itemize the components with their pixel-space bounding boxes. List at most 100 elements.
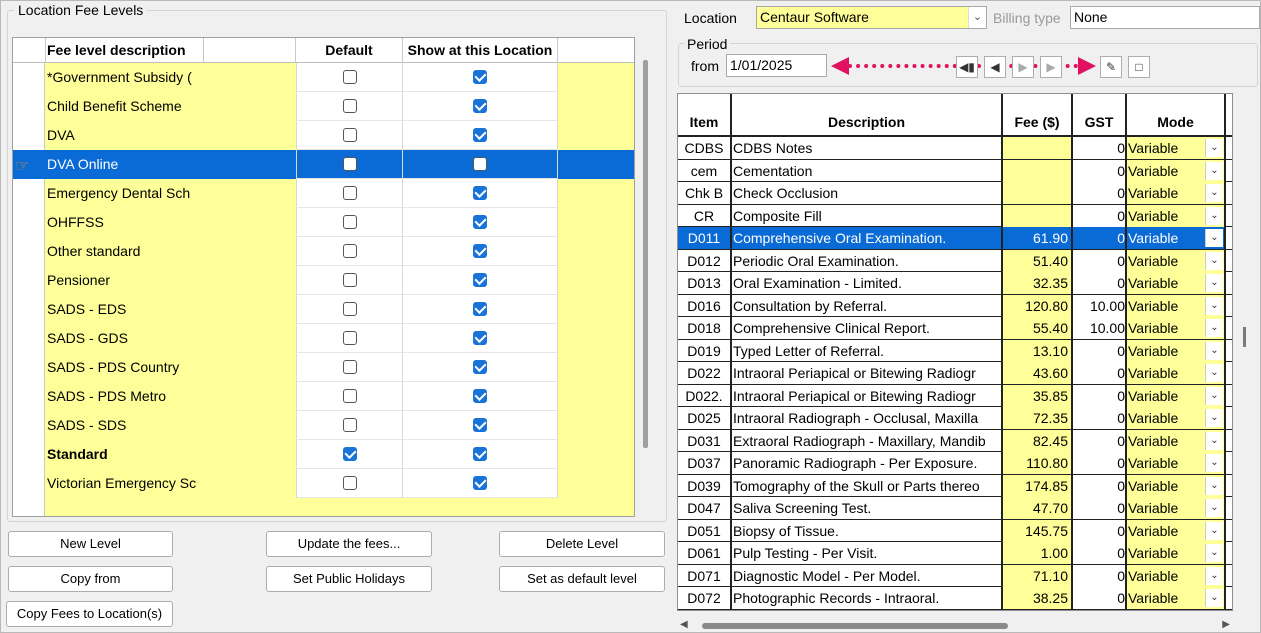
fee-level-description[interactable]: DVA — [46, 121, 204, 150]
fee-level-description[interactable]: Pensioner — [46, 266, 204, 295]
fee-level-description[interactable]: SADS - PDS Country — [46, 353, 204, 382]
item-gst[interactable]: 0 — [1073, 249, 1127, 272]
item-description[interactable]: Biopsy of Tissue. — [732, 519, 1003, 542]
default-checkbox[interactable] — [343, 157, 357, 171]
item-code[interactable]: D016 — [678, 294, 732, 317]
fee-level-description[interactable]: Emergency Dental Sch — [46, 179, 204, 208]
item-fee[interactable]: 61.90 — [1003, 227, 1073, 249]
item-fee[interactable]: 120.80 — [1003, 294, 1073, 317]
item-mode-select[interactable]: Variable ⌄ — [1127, 362, 1226, 384]
item-description[interactable]: Intraoral Radiograph - Occlusal, Maxilla — [732, 407, 1003, 429]
item-row[interactable]: CR Composite Fill 0 Variable ⌄ — [678, 204, 1232, 227]
item-fee[interactable]: 1.00 — [1003, 542, 1073, 564]
last-icon[interactable]: ▶ — [1040, 56, 1062, 78]
blank-page-icon[interactable]: □ — [1128, 56, 1150, 78]
item-description[interactable]: Pulp Testing - Per Visit. — [732, 542, 1003, 564]
location-select[interactable]: Centaur Software ⌄ — [756, 6, 987, 29]
fee-level-description[interactable]: DVA Online — [46, 150, 204, 179]
item-fee[interactable]: 71.10 — [1003, 564, 1073, 587]
chevron-down-icon[interactable]: ⌄ — [1205, 319, 1223, 337]
scroll-left-icon[interactable]: ◀ — [680, 619, 688, 630]
item-mode-select[interactable]: Variable ⌄ — [1127, 294, 1226, 317]
edit-period-icon[interactable]: ✎ — [1100, 56, 1122, 78]
fee-level-row[interactable]: DVA — [13, 121, 634, 150]
item-row[interactable]: D016 Consultation by Referral. 120.80 10.00… — [678, 294, 1232, 317]
default-checkbox[interactable] — [343, 273, 357, 287]
item-row[interactable]: D071 Diagnostic Model - Per Model. 71.10 0 V… — [678, 564, 1232, 587]
item-code[interactable]: D071 — [678, 564, 732, 587]
item-gst[interactable]: 0 — [1073, 497, 1127, 519]
item-row[interactable]: D051 Biopsy of Tissue. 145.75 0 Variable ⌄ — [678, 519, 1232, 542]
header-description[interactable]: Description — [732, 94, 1003, 137]
item-code[interactable]: D025 — [678, 407, 732, 429]
new-level-button[interactable]: New Level — [8, 531, 173, 557]
show-at-location-checkbox[interactable] — [473, 418, 487, 432]
prev-icon[interactable]: ◀ — [984, 56, 1006, 78]
chevron-down-icon[interactable]: ⌄ — [1205, 409, 1223, 427]
chevron-down-icon[interactable]: ⌄ — [1205, 386, 1223, 405]
item-gst[interactable]: 0 — [1073, 204, 1127, 227]
item-description[interactable]: Diagnostic Model - Per Model. — [732, 564, 1003, 587]
show-at-location-checkbox[interactable] — [473, 331, 487, 345]
item-description[interactable]: Photographic Records - Intraoral. — [732, 587, 1003, 609]
fee-level-row[interactable]: SADS - PDS Metro — [13, 382, 634, 411]
fee-level-description[interactable]: Standard — [46, 440, 204, 469]
chevron-down-icon[interactable]: ⌄ — [1205, 341, 1223, 360]
item-row[interactable]: CDBS CDBS Notes 0 Variable ⌄ — [678, 137, 1232, 160]
item-fee[interactable] — [1003, 159, 1073, 182]
horizontal-scrollbar-thumb[interactable] — [702, 623, 1008, 629]
set-public-holidays-button[interactable]: Set Public Holidays — [266, 566, 432, 592]
chevron-down-icon[interactable]: ⌄ — [1205, 454, 1223, 472]
header-fee-level-description[interactable]: Fee level description — [46, 38, 204, 63]
default-checkbox[interactable] — [343, 70, 357, 84]
item-code[interactable]: D072 — [678, 587, 732, 609]
header-gst[interactable]: GST — [1073, 94, 1127, 137]
header-mode[interactable]: Mode — [1127, 94, 1226, 137]
fee-level-row[interactable]: *Government Subsidy ( — [13, 63, 634, 92]
item-description[interactable]: Periodic Oral Examination. — [732, 249, 1003, 272]
fee-level-description[interactable]: OHFFSS — [46, 208, 204, 237]
item-row[interactable]: D047 Saliva Screening Test. 47.70 0 Variable… — [678, 497, 1232, 520]
chevron-down-icon[interactable]: ⌄ — [1205, 184, 1223, 202]
item-fee[interactable]: 51.40 — [1003, 249, 1073, 272]
show-at-location-checkbox[interactable] — [473, 186, 487, 200]
header-default[interactable]: Default — [296, 38, 403, 63]
item-fee[interactable] — [1003, 137, 1073, 159]
item-mode-select[interactable]: Variable ⌄ — [1127, 317, 1226, 339]
item-row[interactable]: D037 Panoramic Radiograph - Per Exposure.… — [678, 452, 1232, 475]
item-description[interactable]: Consultation by Referral. — [732, 294, 1003, 317]
chevron-down-icon[interactable]: ⌄ — [1205, 274, 1223, 292]
default-checkbox[interactable] — [343, 302, 357, 316]
item-description[interactable]: Comprehensive Clinical Report. — [732, 317, 1003, 339]
default-checkbox[interactable] — [343, 418, 357, 432]
item-code[interactable]: D022 — [678, 362, 732, 384]
item-row[interactable]: D019 Typed Letter of Referral. 13.10 0 Varia… — [678, 339, 1232, 362]
item-row[interactable]: D031 Extraoral Radiograph - Maxillary, Ma… — [678, 429, 1232, 452]
item-row[interactable]: Chk B Check Occlusion 0 Variable ⌄ — [678, 182, 1232, 205]
item-description[interactable]: Extraoral Radiograph - Maxillary, Mandib — [732, 429, 1003, 452]
fee-level-description[interactable]: Victorian Emergency Sc — [46, 469, 204, 498]
header-item[interactable]: Item — [678, 94, 732, 137]
item-gst[interactable]: 0 — [1073, 227, 1127, 249]
header-fee[interactable]: Fee ($) — [1003, 94, 1073, 137]
item-description[interactable]: Oral Examination - Limited. — [732, 272, 1003, 294]
item-code[interactable]: D013 — [678, 272, 732, 294]
item-code[interactable]: D011 — [678, 227, 732, 249]
item-code[interactable]: D012 — [678, 249, 732, 272]
default-checkbox[interactable] — [343, 99, 357, 113]
chevron-down-icon[interactable]: ⌄ — [1205, 521, 1223, 540]
show-at-location-checkbox[interactable] — [473, 244, 487, 258]
item-mode-select[interactable]: Variable ⌄ — [1127, 407, 1226, 429]
show-at-location-checkbox[interactable] — [473, 389, 487, 403]
item-gst[interactable]: 0 — [1073, 564, 1127, 587]
chevron-down-icon[interactable]: ⌄ — [1205, 296, 1223, 315]
item-row[interactable]: D061 Pulp Testing - Per Visit. 1.00 0 Variab… — [678, 542, 1232, 565]
item-gst[interactable]: 0 — [1073, 182, 1127, 204]
item-gst[interactable]: 0 — [1073, 362, 1127, 384]
item-row[interactable]: D039 Tomography of the Skull or Parts the… — [678, 474, 1232, 497]
item-code[interactable]: Chk B — [678, 182, 732, 204]
fee-level-row[interactable]: Pensioner — [13, 266, 634, 295]
chevron-down-icon[interactable]: ⌄ — [1205, 499, 1223, 517]
default-checkbox[interactable] — [343, 447, 357, 461]
item-code[interactable]: D061 — [678, 542, 732, 564]
